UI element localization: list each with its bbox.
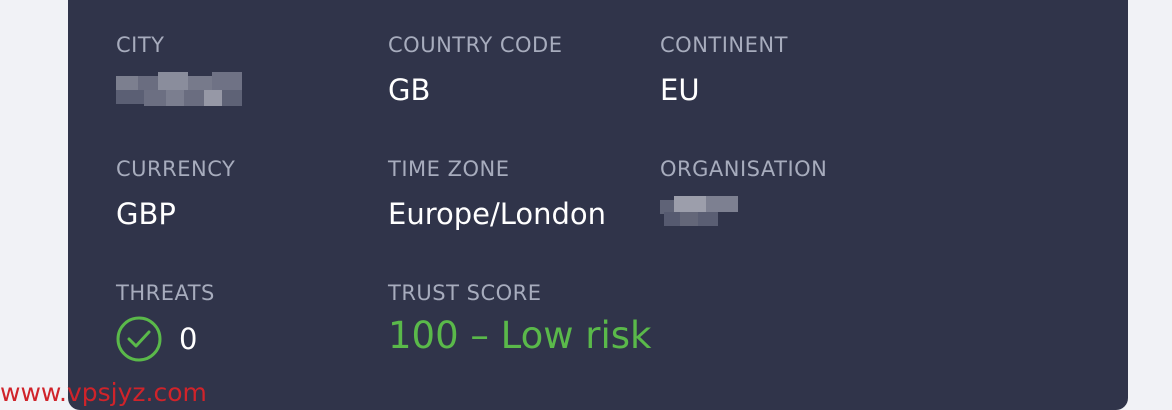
- time-zone-label: TIME ZONE: [388, 157, 510, 181]
- watermark-text: www.vpsjyz.com: [0, 378, 207, 407]
- continent-label: CONTINENT: [660, 33, 788, 57]
- organisation-value-redacted: [660, 196, 740, 232]
- organisation-label: ORGANISATION: [660, 157, 828, 181]
- threats-value: 0: [179, 322, 198, 356]
- currency-field: CURRENCY GBP: [116, 156, 235, 232]
- city-value-redacted: [116, 72, 242, 108]
- currency-label: CURRENCY: [116, 157, 236, 181]
- country-code-label: COUNTRY CODE: [388, 33, 563, 57]
- continent-field: CONTINENT EU: [660, 32, 788, 108]
- threats-field: THREATS 0: [116, 280, 215, 362]
- city-field: CITY: [116, 32, 242, 108]
- trust-score-field: TRUST SCORE 100 – Low risk: [388, 280, 651, 356]
- continent-value: EU: [660, 73, 700, 107]
- threats-row: 0: [116, 316, 215, 362]
- time-zone-field: TIME ZONE Europe/London: [388, 156, 606, 232]
- country-code-value: GB: [388, 73, 431, 107]
- city-label: CITY: [116, 33, 165, 57]
- threats-label: THREATS: [116, 281, 215, 305]
- check-circle-icon: [116, 316, 162, 362]
- trust-score-value: 100 – Low risk: [388, 314, 652, 357]
- ip-info-card: CITY COUNTRY CODE GB CONTINENT EU CURREN…: [68, 0, 1128, 410]
- trust-score-label: TRUST SCORE: [388, 281, 542, 305]
- currency-value: GBP: [116, 197, 176, 231]
- time-zone-value: Europe/London: [388, 197, 607, 231]
- organisation-field: ORGANISATION: [660, 156, 827, 232]
- country-code-field: COUNTRY CODE GB: [388, 32, 562, 108]
